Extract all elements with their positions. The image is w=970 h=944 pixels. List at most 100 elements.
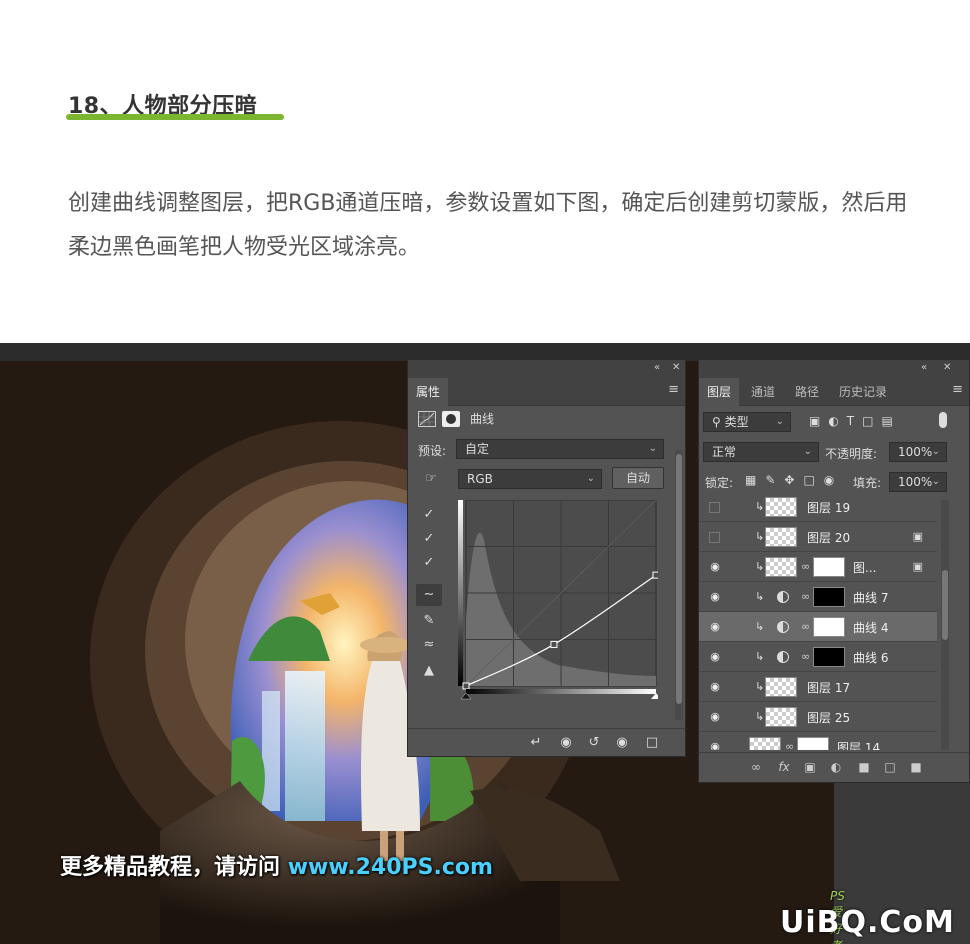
layer-name[interactable]: 图层 19 xyxy=(807,499,850,516)
gray-eyedropper-icon[interactable]: ✓ xyxy=(416,528,442,550)
pencil-icon[interactable]: ✎ xyxy=(416,610,442,632)
layer-mask-thumbnail[interactable] xyxy=(813,557,845,577)
delete-icon[interactable]: □ xyxy=(642,735,662,751)
curve-graph[interactable] xyxy=(458,499,661,700)
add-mask-icon[interactable]: ▣ xyxy=(801,760,819,774)
scrollbar-thumb[interactable] xyxy=(676,454,682,704)
eye-icon[interactable]: ◉ xyxy=(707,560,723,574)
filter-toggle[interactable] xyxy=(939,412,947,428)
panel-topbar: « ✕ xyxy=(408,360,685,378)
close-icon[interactable]: ✕ xyxy=(943,362,951,373)
smooth-icon[interactable]: ≈ xyxy=(416,634,442,656)
trash-icon[interactable]: ■ xyxy=(907,760,925,774)
curves-adjustment-icon[interactable] xyxy=(418,410,436,427)
properties-footer: ↵ ◉ ↺ ◉ □ xyxy=(408,728,685,756)
opacity-input[interactable]: 100% ⌄ xyxy=(889,442,947,462)
layer-row[interactable]: ◉ ↳ 图层 25 xyxy=(699,702,937,732)
curve-point-icon[interactable]: ∼ xyxy=(416,584,442,606)
layer-name[interactable]: 图层 17 xyxy=(807,679,850,696)
channel-select[interactable]: RGB ⌄ xyxy=(458,469,602,489)
fx-icon[interactable]: fx xyxy=(775,760,793,774)
layer-row[interactable]: ◉ ↳ ∞ 曲线 6 xyxy=(699,642,937,672)
panel-menu-icon[interactable]: ≡ xyxy=(668,383,679,396)
scrollbar-thumb[interactable] xyxy=(942,570,948,640)
group-folder-icon[interactable]: ■ xyxy=(855,760,873,774)
double-chevron-icon[interactable]: « xyxy=(654,362,660,373)
layer-name[interactable]: 曲线 7 xyxy=(853,589,888,606)
tab-channels[interactable]: 通道 xyxy=(743,378,783,406)
eye-icon[interactable]: ◉ xyxy=(707,650,723,664)
layers-scrollbar[interactable] xyxy=(941,500,949,750)
curves-adjustment-icon[interactable] xyxy=(777,591,789,603)
preset-select[interactable]: 自定 ⌄ xyxy=(456,439,664,459)
curves-adjustment-icon[interactable] xyxy=(777,621,789,633)
layer-row[interactable]: ◉ ↳ ∞ 曲线 7 xyxy=(699,582,937,612)
eye-icon[interactable]: ◉ xyxy=(707,710,723,724)
black-eyedropper-icon[interactable]: ✓ xyxy=(416,504,442,526)
layer-mask-icon[interactable] xyxy=(442,410,460,427)
layer-name[interactable]: 曲线 4 xyxy=(853,619,888,636)
white-eyedropper-icon[interactable]: ✓ xyxy=(416,552,442,574)
curve-control-point[interactable] xyxy=(652,571,660,579)
layer-mask-thumbnail[interactable] xyxy=(797,737,829,750)
view-previous-icon[interactable]: ◉ xyxy=(556,735,576,751)
fill-input[interactable]: 100% ⌄ xyxy=(889,472,947,492)
link-layers-icon[interactable]: ∞ xyxy=(747,760,765,774)
title-underline xyxy=(66,114,284,120)
eye-icon[interactable]: ◉ xyxy=(707,620,723,634)
curve-control-point[interactable] xyxy=(462,682,470,690)
layer-row[interactable]: ◉ ↳ ∞ 图... ▣ xyxy=(699,552,937,582)
clipping-warning-icon[interactable]: ▲ xyxy=(416,660,442,682)
new-layer-icon[interactable]: □ xyxy=(881,760,899,774)
layer-thumbnail[interactable] xyxy=(749,737,781,750)
layer-thumbnail[interactable] xyxy=(765,527,797,547)
adjustment-layer-icon[interactable]: ◐ xyxy=(827,760,845,774)
visibility-icon[interactable]: ◉ xyxy=(612,735,632,751)
layer-name[interactable]: 图层 25 xyxy=(807,709,850,726)
layer-row[interactable]: ↳ 图层 19 xyxy=(699,496,937,522)
tab-layers[interactable]: 图层 xyxy=(699,378,740,406)
link-icon[interactable]: ∞ xyxy=(801,590,810,603)
layer-name[interactable]: 曲线 6 xyxy=(853,649,888,666)
clip-to-layer-icon[interactable]: ↵ xyxy=(526,735,546,751)
layer-thumbnail[interactable] xyxy=(765,557,797,577)
close-icon[interactable]: ✕ xyxy=(672,362,680,373)
layer-thumbnail[interactable] xyxy=(765,707,797,727)
eye-icon[interactable]: ◉ xyxy=(707,680,723,694)
panel-menu-icon[interactable]: ≡ xyxy=(952,383,963,396)
layer-mask-thumbnail[interactable] xyxy=(813,587,845,607)
layer-thumbnail[interactable] xyxy=(765,497,797,517)
tab-history[interactable]: 历史记录 xyxy=(831,378,895,406)
layer-name[interactable]: 图层 14 xyxy=(837,739,880,750)
layer-row[interactable]: ◉ ↳ 图层 17 xyxy=(699,672,937,702)
layer-row[interactable]: ↳ 图层 20 ▣ xyxy=(699,522,937,552)
layer-mask-thumbnail[interactable] xyxy=(813,647,845,667)
blend-mode-select[interactable]: 正常 ⌄ xyxy=(703,442,819,462)
layer-name[interactable]: 图层 20 xyxy=(807,529,850,546)
layer-mask-thumbnail[interactable] xyxy=(813,617,845,637)
layer-thumbnail[interactable] xyxy=(765,677,797,697)
lock-icons[interactable]: ▦✎✥□◉ xyxy=(745,473,843,487)
tab-properties[interactable]: 属性 xyxy=(408,378,449,406)
double-chevron-icon[interactable]: « xyxy=(921,362,927,373)
link-icon[interactable]: ∞ xyxy=(801,620,810,633)
layer-filter-select[interactable]: ⚲ 类型 ⌄ xyxy=(703,412,791,432)
eye-icon[interactable]: ◉ xyxy=(707,740,723,750)
curve-control-point[interactable] xyxy=(550,640,558,648)
link-icon[interactable]: ∞ xyxy=(785,740,794,750)
auto-button[interactable]: 自动 xyxy=(612,467,664,489)
reset-icon[interactable]: ↺ xyxy=(584,735,604,751)
visibility-off-box[interactable] xyxy=(709,532,720,543)
visibility-off-box[interactable] xyxy=(709,502,720,513)
link-icon[interactable]: ∞ xyxy=(801,650,810,663)
hand-target-icon[interactable]: ☞ xyxy=(418,468,444,490)
curves-adjustment-icon[interactable] xyxy=(777,651,789,663)
layer-row[interactable]: ◉ ∞ 图层 14 xyxy=(699,732,937,750)
eye-icon[interactable]: ◉ xyxy=(707,590,723,604)
layer-row[interactable]: ◉ ↳ ∞ 曲线 4 xyxy=(699,612,937,642)
link-icon[interactable]: ∞ xyxy=(801,560,810,573)
layer-name[interactable]: 图... xyxy=(853,559,876,576)
filter-icons[interactable]: ▣◐T□▤ xyxy=(809,414,901,428)
tab-paths[interactable]: 路径 xyxy=(787,378,827,406)
properties-scrollbar[interactable] xyxy=(675,450,683,720)
